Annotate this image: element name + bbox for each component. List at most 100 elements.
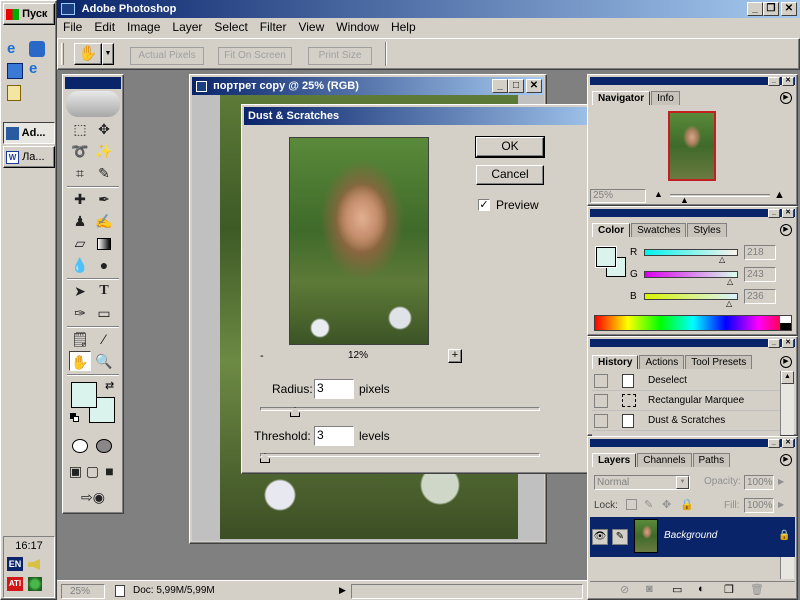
tab-swatches[interactable]: Swatches bbox=[631, 223, 687, 237]
slice-tool-icon[interactable]: ✎ bbox=[93, 163, 115, 183]
zoom-out-button[interactable]: - bbox=[260, 350, 272, 362]
quicklaunch-outlook-icon[interactable] bbox=[29, 41, 45, 57]
lock-move-icon[interactable]: ✥ bbox=[662, 498, 671, 511]
b-slider-thumb[interactable]: △ bbox=[726, 299, 732, 308]
panel-menu-icon[interactable]: ▶ bbox=[780, 356, 792, 368]
opacity-arrow-icon[interactable]: ▶ bbox=[778, 477, 784, 486]
history-item[interactable]: Rectangular Marquee bbox=[592, 391, 780, 411]
tool-preset-dropdown[interactable]: ▼ bbox=[102, 43, 114, 65]
status-menu-arrow-icon[interactable]: ▶ bbox=[339, 585, 346, 596]
tab-actions[interactable]: Actions bbox=[639, 355, 685, 369]
cancel-button[interactable]: Cancel bbox=[476, 165, 544, 185]
doc-close-button[interactable]: ✕ bbox=[526, 79, 542, 93]
menu-view[interactable]: View bbox=[292, 18, 330, 34]
healing-brush-tool-icon[interactable]: ✚ bbox=[69, 189, 91, 209]
tab-info[interactable]: Info bbox=[651, 91, 680, 105]
menu-file[interactable]: File bbox=[57, 18, 88, 34]
blur-tool-icon[interactable]: 💧 bbox=[69, 255, 91, 275]
tab-color[interactable]: Color bbox=[592, 223, 631, 237]
fit-on-screen-button[interactable]: Fit On Screen bbox=[218, 47, 292, 65]
panel-close-button[interactable]: ✕ bbox=[782, 339, 794, 348]
panel-menu-icon[interactable]: ▶ bbox=[780, 92, 792, 104]
panel-minimize-button[interactable]: _ bbox=[768, 439, 780, 448]
language-indicator[interactable]: EN bbox=[7, 557, 23, 571]
threshold-input[interactable]: 3 bbox=[314, 426, 354, 446]
navigator-zoom-thumb[interactable]: ▲ bbox=[680, 195, 689, 205]
opacity-field[interactable]: 100% bbox=[744, 475, 774, 490]
screen-mode-full-icon[interactable]: ■ bbox=[101, 461, 118, 481]
eyedropper-tool-icon[interactable]: ⁄ bbox=[93, 329, 115, 349]
zoom-in-button[interactable]: + bbox=[448, 349, 462, 363]
new-adjustment-layer-icon[interactable]: ◐ bbox=[698, 583, 705, 595]
path-selection-tool-icon[interactable]: ➤ bbox=[69, 281, 91, 301]
history-item[interactable]: Dust & Scratches bbox=[592, 411, 780, 431]
threshold-slider-track[interactable] bbox=[260, 453, 540, 457]
pen-tool-icon[interactable]: ✑ bbox=[69, 303, 91, 323]
menu-image[interactable]: Image bbox=[121, 18, 166, 34]
navigator-zoom-field[interactable]: 25% bbox=[590, 189, 646, 203]
status-zoom-field[interactable]: 25% bbox=[61, 584, 105, 599]
tab-tool-presets[interactable]: Tool Presets bbox=[685, 355, 753, 369]
panel-minimize-button[interactable]: _ bbox=[768, 77, 780, 86]
tool-preset-hand-icon[interactable]: ✋ bbox=[74, 43, 102, 65]
navigator-thumbnail[interactable] bbox=[668, 111, 716, 181]
eraser-tool-icon[interactable]: ▱ bbox=[69, 233, 91, 253]
tab-paths[interactable]: Paths bbox=[692, 453, 731, 467]
hand-tool-icon[interactable]: ✋ bbox=[69, 351, 91, 371]
standard-mode-icon[interactable] bbox=[69, 435, 91, 455]
minimize-button[interactable]: _ bbox=[747, 2, 763, 16]
filter-preview[interactable] bbox=[289, 137, 429, 345]
tab-navigator[interactable]: Navigator bbox=[592, 91, 651, 105]
ok-button[interactable]: OK bbox=[475, 136, 545, 158]
zoom-tool-icon[interactable]: 🔍 bbox=[93, 351, 115, 371]
b-value[interactable]: 236 bbox=[744, 289, 776, 304]
panel-minimize-button[interactable]: _ bbox=[768, 209, 780, 218]
scroll-up-icon[interactable]: ▲ bbox=[781, 371, 794, 384]
g-slider[interactable] bbox=[644, 271, 738, 278]
preview-checkbox[interactable]: ✓ bbox=[478, 199, 490, 211]
lock-paint-icon[interactable]: ✎ bbox=[644, 498, 653, 511]
quick-mask-mode-icon[interactable] bbox=[93, 435, 115, 455]
new-layer-icon[interactable]: ❐ bbox=[724, 583, 734, 596]
panel-menu-icon[interactable]: ▶ bbox=[780, 454, 792, 466]
fill-arrow-icon[interactable]: ▶ bbox=[778, 500, 784, 509]
tab-layers[interactable]: Layers bbox=[592, 453, 637, 467]
color-spectrum-ramp[interactable] bbox=[594, 315, 792, 331]
tab-history[interactable]: History bbox=[592, 355, 639, 369]
menu-filter[interactable]: Filter bbox=[254, 18, 293, 34]
magic-wand-tool-icon[interactable]: ✨ bbox=[93, 141, 115, 161]
history-source-box[interactable] bbox=[594, 394, 608, 408]
adobe-online-icon[interactable] bbox=[66, 91, 120, 117]
lock-transparency-icon[interactable] bbox=[626, 499, 637, 510]
taskbar-task-word[interactable]: W Ла... bbox=[3, 146, 55, 168]
color-foreground-swatch[interactable] bbox=[595, 246, 617, 268]
blend-mode-select[interactable]: Normal ▼ bbox=[594, 475, 690, 490]
jump-to-imageready-icon[interactable]: ⇨◉ bbox=[69, 487, 117, 507]
g-value[interactable]: 243 bbox=[744, 267, 776, 282]
doc-minimize-button[interactable]: _ bbox=[492, 79, 508, 93]
menu-window[interactable]: Window bbox=[330, 18, 385, 34]
lasso-tool-icon[interactable]: ➰ bbox=[69, 141, 91, 161]
quicklaunch-notes-icon[interactable] bbox=[7, 85, 21, 101]
tab-styles[interactable]: Styles bbox=[687, 223, 727, 237]
delete-layer-icon[interactable]: 🗑 bbox=[750, 583, 764, 596]
history-source-box[interactable] bbox=[594, 414, 608, 428]
crop-tool-icon[interactable]: ⌗ bbox=[69, 163, 91, 183]
actual-pixels-button[interactable]: Actual Pixels bbox=[130, 47, 204, 65]
layer-brush-icon[interactable]: ✎ bbox=[612, 529, 628, 545]
marquee-tool-icon[interactable]: ⬚ bbox=[69, 119, 91, 139]
screen-mode-standard-icon[interactable]: ▣ bbox=[67, 461, 84, 481]
navigator-zoom-out-icon[interactable]: ▲ bbox=[654, 189, 663, 199]
restore-button[interactable]: ❐ bbox=[763, 2, 779, 16]
history-item[interactable]: Deselect bbox=[592, 371, 780, 391]
radius-input[interactable]: 3 bbox=[314, 379, 354, 399]
history-scrollbar[interactable]: ▲ bbox=[780, 371, 794, 435]
doc-maximize-button[interactable]: □ bbox=[508, 79, 524, 93]
new-layer-set-icon[interactable]: ▭ bbox=[672, 583, 682, 596]
quicklaunch-ie2-icon[interactable]: e bbox=[29, 61, 45, 77]
brush-tool-icon[interactable]: ✒ bbox=[93, 189, 115, 209]
b-slider[interactable] bbox=[644, 293, 738, 300]
lock-all-icon[interactable]: 🔒 bbox=[680, 498, 694, 511]
speaker-icon[interactable] bbox=[28, 559, 40, 570]
panel-minimize-button[interactable]: _ bbox=[768, 339, 780, 348]
